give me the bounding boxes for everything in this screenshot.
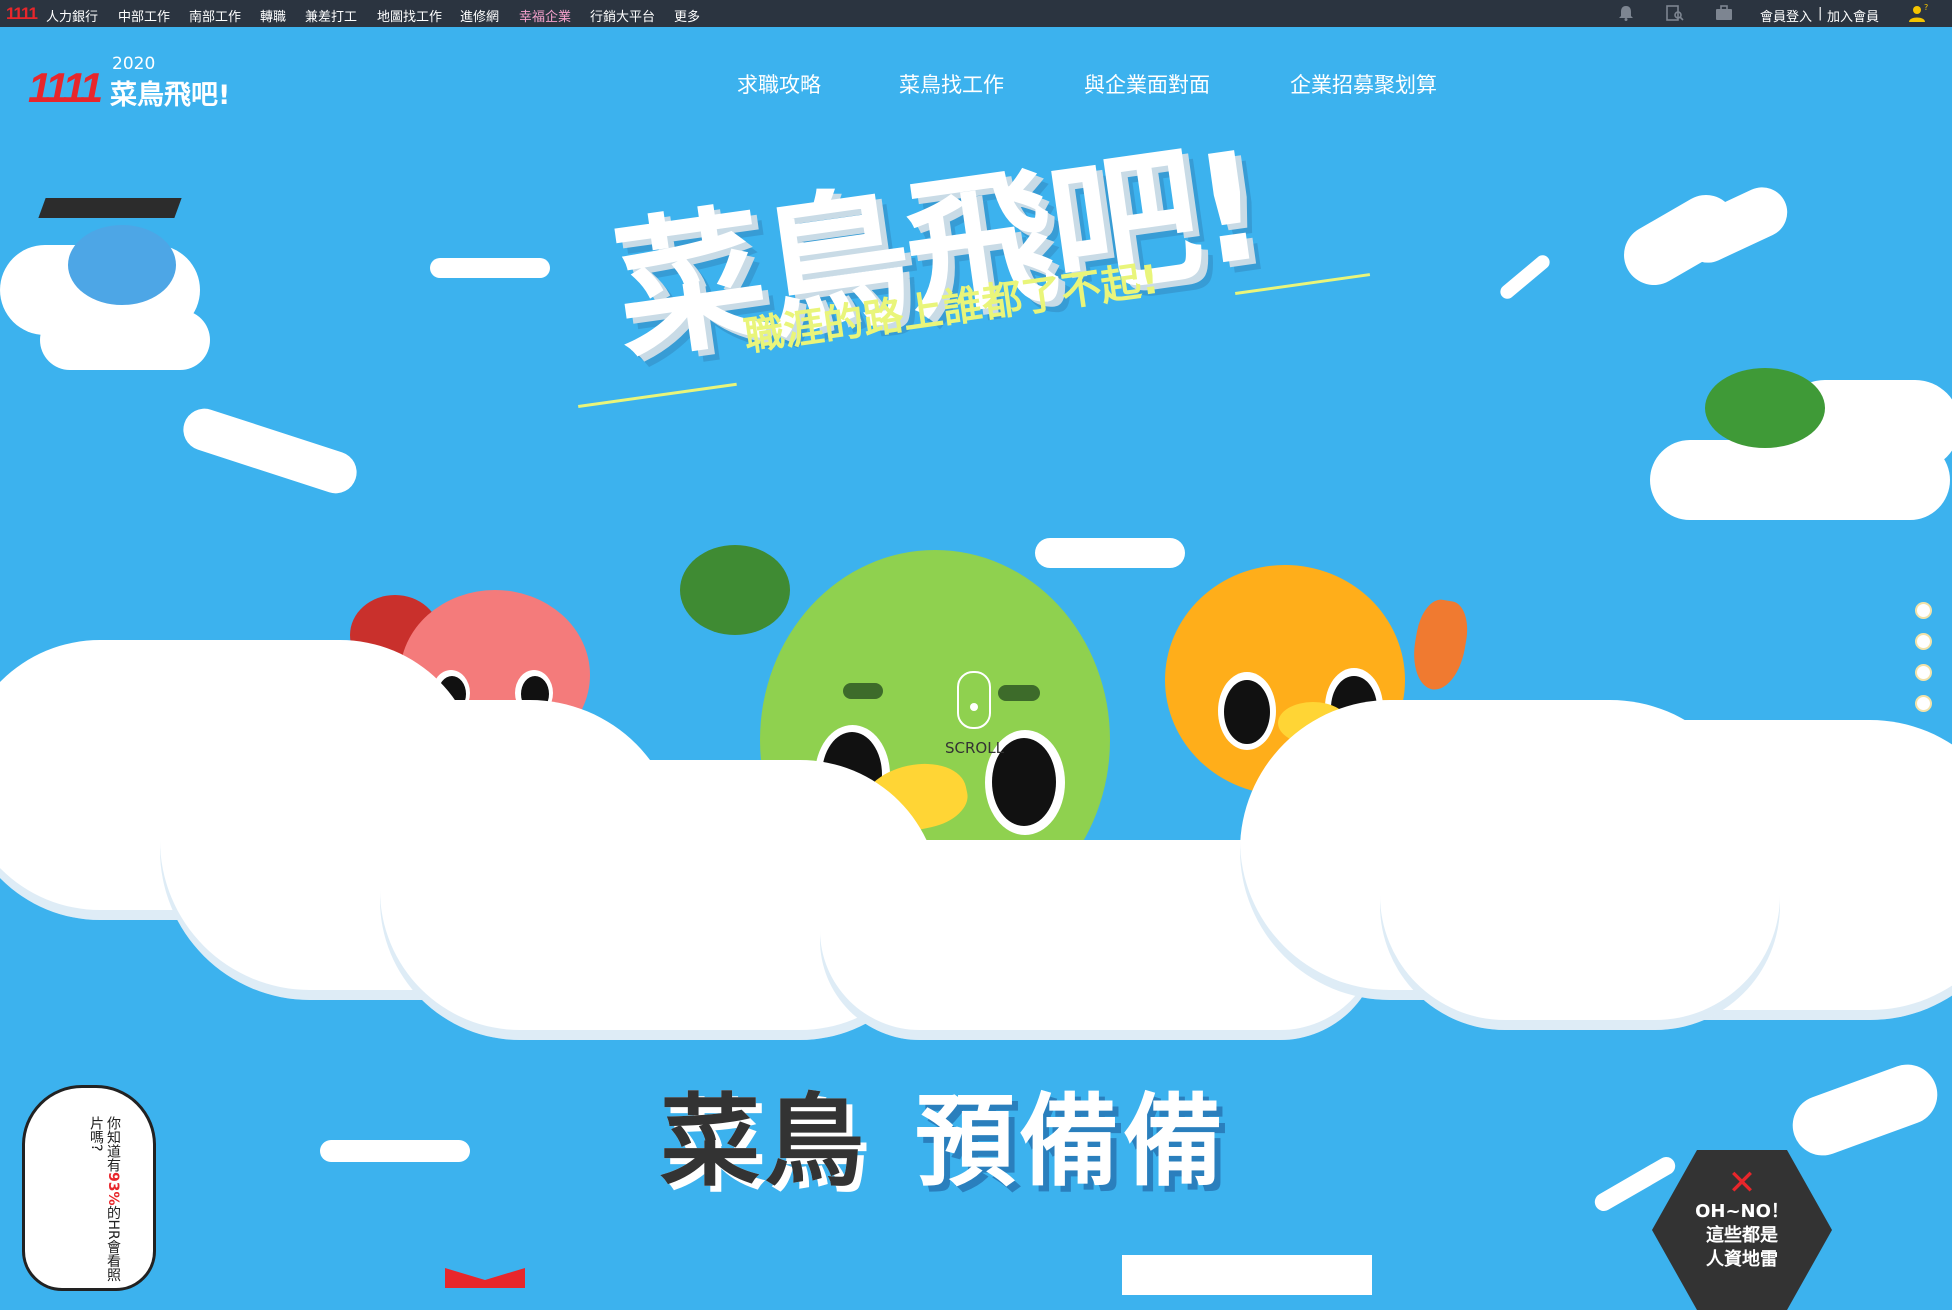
hr-landmine-badge[interactable]: ✕ OH~NO！ 這些都是 人資地雷 [1652, 1150, 1832, 1310]
section-title-part2: 預備備 [915, 1083, 1227, 1200]
topnav-map[interactable]: 地圖找工作 [377, 6, 442, 25]
topnav-career-change[interactable]: 轉職 [260, 6, 286, 25]
brand-year: 2020 [112, 54, 156, 74]
ribbon-icon [445, 1268, 525, 1288]
topnav-study[interactable]: 進修網 [460, 6, 499, 25]
topnav-central[interactable]: 中部工作 [118, 6, 170, 25]
topnav-more[interactable]: 更多 [674, 6, 700, 25]
nav-find-job[interactable]: 菜鳥找工作 [899, 69, 1004, 99]
section-title-part1: 菜鳥 [660, 1083, 868, 1200]
topnav-parttime[interactable]: 兼差打工 [305, 6, 357, 25]
nav-job-strategy[interactable]: 求職攻略 [737, 69, 821, 99]
bubble-percent: 93% [105, 1172, 121, 1206]
close-icon: ✕ [1727, 1163, 1757, 1203]
section-dot[interactable] [1915, 633, 1932, 650]
cloud [430, 258, 550, 278]
scroll-label: SCROLL [945, 739, 1004, 757]
nav-recruit-deal[interactable]: 企業招募聚划算 [1290, 69, 1437, 99]
topnav-happy-company[interactable]: 幸福企業 [519, 6, 571, 25]
cloud [1035, 538, 1185, 568]
broccoli-mascot [1705, 368, 1825, 448]
mouse-icon [957, 671, 992, 729]
site-logo[interactable]: 1111 [6, 4, 38, 24]
badge-line1: OH~NO！ [1695, 1201, 1789, 1222]
section-dot[interactable] [1915, 602, 1932, 619]
hr-fact-bubble: 你知道有93%的HR會看照片嗎? [22, 1085, 156, 1291]
briefcase-icon[interactable] [1715, 5, 1733, 21]
section-dot[interactable] [1915, 664, 1932, 681]
cloud [320, 1140, 470, 1162]
cloud [40, 310, 210, 370]
cloud [177, 403, 363, 499]
cloud [1674, 179, 1796, 271]
join-member-link[interactable]: 加入會員 [1827, 6, 1879, 25]
section-dots [1915, 602, 1932, 726]
svg-text:?: ? [1924, 3, 1928, 12]
cloud [1784, 1056, 1946, 1164]
badge-line2: 這些都是 [1706, 1225, 1778, 1246]
topnav-south[interactable]: 南部工作 [189, 6, 241, 25]
bubble-text-a: 你知道有 [105, 1116, 121, 1172]
section-dot[interactable] [1915, 695, 1932, 712]
bottom-card [1122, 1255, 1372, 1295]
topnav-marketing[interactable]: 行銷大平台 [590, 6, 655, 25]
blue-bird-mascot [68, 225, 176, 305]
member-login-link[interactable]: 會員登入 [1760, 6, 1812, 25]
carrot-icon [1407, 596, 1473, 694]
brand-1111: 1111 [28, 64, 103, 111]
search-doc-icon[interactable] [1666, 5, 1684, 21]
badge-line3: 人資地雷 [1706, 1249, 1778, 1270]
topnav-bank[interactable]: 人力銀行 [46, 6, 98, 25]
pupil [1224, 680, 1270, 744]
broccoli-icon [680, 545, 790, 635]
graduation-cap-icon [38, 198, 182, 218]
brand-name: 菜鳥飛吧! [110, 80, 231, 111]
eyebrow [843, 683, 883, 699]
cloud [1591, 1153, 1679, 1215]
cloud [1380, 780, 1780, 1030]
cloud [1497, 252, 1553, 302]
bell-icon[interactable] [1617, 5, 1635, 21]
user-help-icon[interactable]: ? [1908, 3, 1930, 23]
eyebrow [998, 685, 1040, 701]
top-bar: 1111 人力銀行 中部工作 南部工作 轉職 兼差打工 地圖找工作 進修網 幸福… [0, 0, 1952, 27]
member-separator: | [1818, 6, 1823, 21]
scroll-hint[interactable]: SCROLL [945, 671, 1004, 757]
